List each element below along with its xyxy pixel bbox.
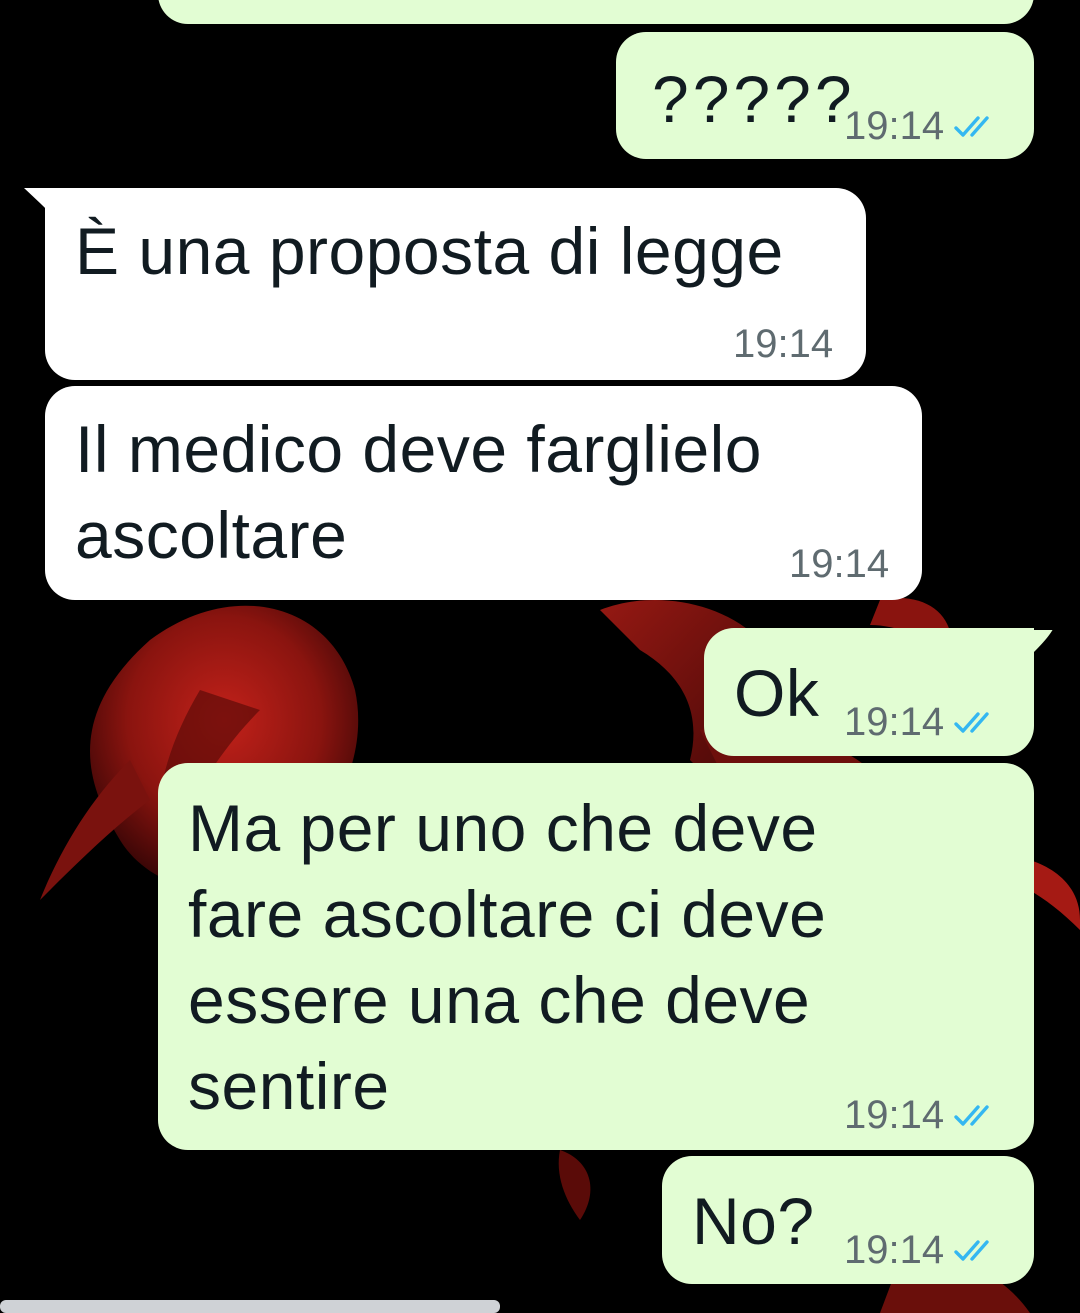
message-bubble-outgoing[interactable]: Ma per uno che deve fare ascoltare ci de… (158, 763, 1034, 1150)
message-text: Il medico deve farglielo ascoltare (75, 412, 763, 572)
message-time: 19:14 (844, 104, 945, 148)
chat-view[interactable]: ????? 19:14 È una proposta di legge 19:1… (0, 0, 1080, 1313)
message-bubble-incoming[interactable]: È una proposta di legge 19:14 (45, 188, 866, 380)
message-bubble-outgoing[interactable]: Ok 19:14 (704, 628, 1034, 756)
message-meta: 19:14 (789, 542, 889, 587)
message-meta: 19:14 (844, 700, 1002, 745)
message-meta: 19:14 (844, 1093, 1002, 1138)
message-bubble-outgoing[interactable]: No? 19:14 (662, 1156, 1034, 1284)
message-time: 19:14 (789, 542, 890, 586)
message-text: È una proposta di legge (75, 214, 784, 288)
bubble-tail (1030, 630, 1053, 656)
message-text: ????? (652, 62, 856, 136)
navigation-handle (0, 1300, 500, 1313)
double-check-icon (954, 1239, 989, 1261)
message-text: No? (692, 1184, 815, 1258)
message-time: 19:14 (733, 322, 834, 366)
message-time: 19:14 (844, 700, 945, 744)
double-check-icon (954, 711, 989, 733)
message-bubble-outgoing[interactable]: ????? 19:14 (616, 32, 1034, 159)
message-text: Ma per uno che deve fare ascoltare ci de… (188, 791, 827, 1123)
double-check-icon (954, 1104, 989, 1126)
message-text: Ok (734, 656, 820, 730)
message-bubble-incoming[interactable]: Il medico deve farglielo ascoltare 19:14 (45, 386, 922, 600)
message-meta: 19:14 (844, 1228, 1002, 1273)
message-time: 19:14 (844, 1228, 945, 1272)
message-bubble-outgoing-cutoff[interactable] (158, 0, 1034, 24)
message-time: 19:14 (844, 1093, 945, 1137)
message-meta: 19:14 (733, 322, 833, 367)
double-check-icon (954, 115, 989, 137)
message-meta: 19:14 (844, 104, 1002, 149)
